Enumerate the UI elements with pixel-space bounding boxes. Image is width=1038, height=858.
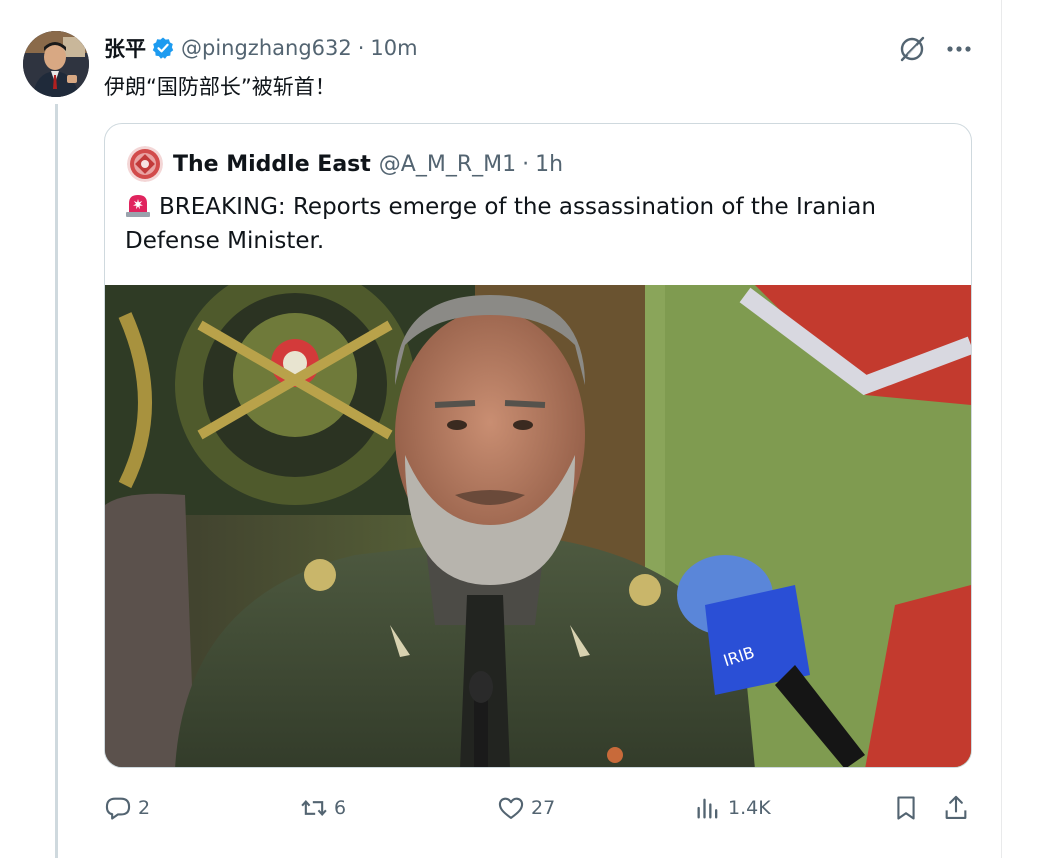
quoted-author-handle[interactable]: @A_M_R_M1: [379, 152, 516, 177]
separator-dot: ·: [357, 36, 365, 60]
like-count: 27: [531, 797, 556, 819]
quoted-post-photo[interactable]: IRIB: [105, 265, 971, 767]
post-text: 伊朗“国防部长”被斩首！: [104, 75, 336, 99]
share-button[interactable]: [942, 790, 970, 826]
quoted-post-card[interactable]: The Middle East @A_M_R_M1 · 1h BREAKING:…: [104, 123, 972, 768]
separator-dot: ·: [522, 151, 530, 177]
reply-icon: [105, 797, 131, 820]
quoted-post-text: BREAKING: Reports emerge of the assassin…: [125, 194, 876, 254]
share-icon: [945, 795, 967, 819]
column-divider: [1001, 0, 1002, 858]
quoted-post-text-block: BREAKING: Reports emerge of the assassin…: [125, 190, 925, 258]
more-icon[interactable]: [944, 39, 974, 59]
like-icon: [498, 797, 524, 819]
repost-icon: [301, 800, 327, 816]
bookmark-button[interactable]: [892, 790, 920, 826]
views-count: 1.4K: [728, 797, 771, 819]
reply-count: 2: [138, 797, 151, 819]
reply-button[interactable]: 2: [104, 790, 150, 826]
author-handle[interactable]: @pingzhang632: [181, 36, 352, 60]
post-header: 张平 @pingzhang632 · 10m: [104, 33, 418, 63]
post-timestamp[interactable]: 10m: [370, 36, 417, 60]
views-icon: [697, 798, 718, 819]
quoted-author-name[interactable]: The Middle East: [173, 152, 371, 177]
verified-badge-icon[interactable]: [151, 36, 175, 60]
author-name[interactable]: 张平: [104, 33, 146, 63]
repost-button[interactable]: 6: [300, 790, 346, 826]
thread-line: [55, 104, 58, 858]
bookmark-icon: [897, 796, 915, 820]
repost-count: 6: [334, 797, 347, 819]
quoted-author-avatar[interactable]: [127, 146, 163, 182]
quoted-post-header: The Middle East @A_M_R_M1 · 1h: [173, 148, 563, 180]
views-button[interactable]: 1.4K: [694, 790, 771, 826]
quoted-post-timestamp[interactable]: 1h: [535, 152, 563, 177]
action-bar: 2 6 27 1.4K: [104, 790, 984, 826]
author-avatar[interactable]: [23, 31, 89, 97]
siren-icon: [125, 193, 151, 217]
grok-icon[interactable]: [896, 33, 928, 65]
like-button[interactable]: 27: [497, 790, 555, 826]
